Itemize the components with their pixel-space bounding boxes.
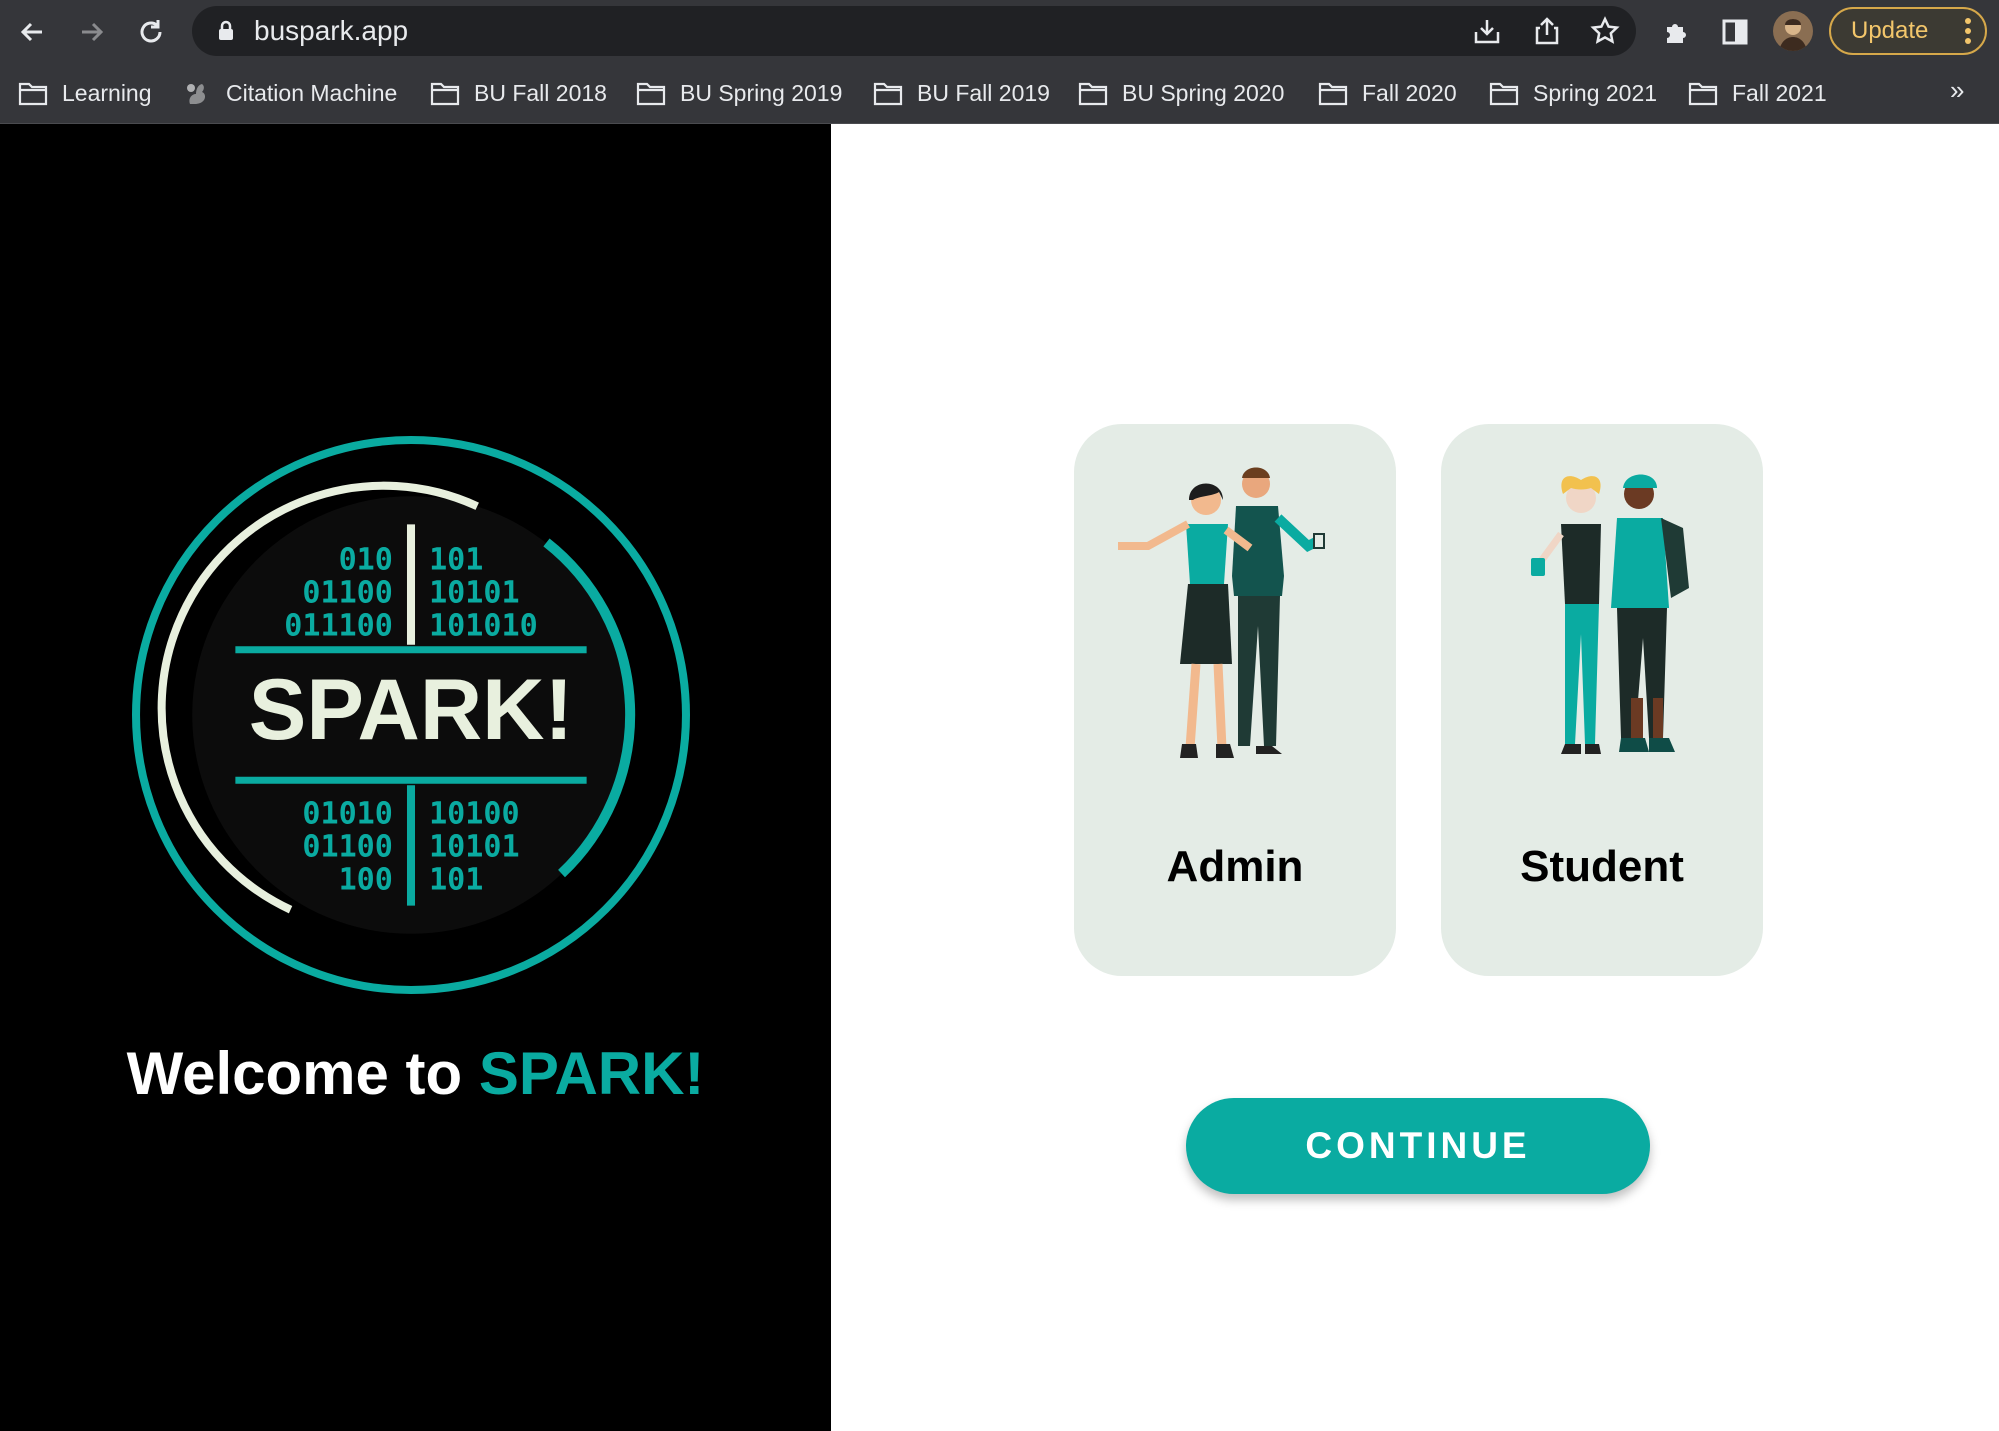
folder-icon [1688, 82, 1718, 106]
forward-button[interactable] [68, 8, 116, 56]
continue-button[interactable]: CONTINUE [1186, 1098, 1650, 1194]
profile-avatar[interactable] [1773, 11, 1813, 51]
continue-label: CONTINUE [1305, 1125, 1531, 1166]
bookmark-label: BU Fall 2018 [474, 79, 607, 106]
binary-text: 010 [339, 542, 393, 577]
side-panel-button[interactable] [1711, 8, 1759, 56]
address-bar[interactable]: buspark.app [192, 6, 1636, 56]
admin-illustration [1118, 467, 1325, 758]
bookmark-folder[interactable]: BU Spring 2020 [1078, 63, 1284, 123]
welcome-prefix: Welcome to [126, 1040, 479, 1107]
binary-text: 10100 [429, 796, 520, 831]
role-card-student[interactable]: Student [1441, 424, 1763, 976]
bookmark-folder[interactable]: Fall 2020 [1318, 63, 1457, 123]
binary-text: 01100 [302, 576, 393, 611]
extensions-icon [1667, 24, 1686, 43]
folder-icon [18, 82, 48, 106]
folder-icon [873, 82, 903, 106]
bookmark-folder[interactable]: Spring 2021 [1489, 63, 1657, 123]
folder-icon [1318, 82, 1348, 106]
binary-text: 01010 [302, 796, 393, 831]
role-label: Admin [1166, 842, 1304, 891]
back-button[interactable] [8, 8, 56, 56]
star-icon[interactable] [1590, 16, 1620, 46]
binary-text: 01100 [302, 830, 393, 865]
forward-arrow-icon [82, 22, 104, 42]
welcome-heading: Welcome to SPARK! [0, 1039, 831, 1108]
squirrel-icon [187, 84, 206, 104]
bookmark-label: Fall 2021 [1732, 79, 1827, 106]
reload-icon [140, 20, 162, 43]
folder-icon [1489, 82, 1519, 106]
url-text: buspark.app [254, 15, 409, 46]
role-label: Student [1520, 842, 1684, 891]
bookmark-label: BU Spring 2019 [680, 79, 843, 106]
bookmark-label: Learning [62, 79, 152, 106]
binary-text: 10101 [429, 576, 520, 611]
browser-toolbar: buspark.app Update [0, 0, 1999, 63]
install-icon[interactable] [1472, 16, 1502, 46]
update-button[interactable]: Update [1829, 7, 1987, 55]
welcome-brand: SPARK! [478, 1040, 705, 1107]
bookmark-label: Fall 2020 [1362, 79, 1457, 106]
reload-button[interactable] [127, 8, 175, 56]
lock-icon [219, 20, 233, 40]
more-vert-icon [1965, 18, 1971, 44]
binary-text: 10101 [429, 830, 520, 865]
extensions-button[interactable] [1652, 8, 1700, 56]
binary-text: 011100 [284, 609, 393, 644]
bookmark-link[interactable]: Citation Machine [182, 63, 397, 123]
welcome-panel: 010 01100 011100 101 10101 101010 01010 … [0, 124, 831, 1431]
bookmarks-bar: Learning Citation Machine BU Fall 2018 B… [0, 63, 1999, 124]
folder-icon [1078, 82, 1108, 106]
bookmark-folder[interactable]: BU Spring 2019 [636, 63, 842, 123]
bookmark-label: Spring 2021 [1533, 79, 1658, 106]
bookmark-folder[interactable]: BU Fall 2018 [430, 63, 607, 123]
bookmark-label: Citation Machine [226, 79, 398, 106]
bookmark-folder[interactable]: Fall 2021 [1688, 63, 1827, 123]
more-bookmarks-button[interactable]: » [1950, 75, 1964, 106]
binary-text: 100 [339, 863, 393, 898]
side-panel-icon [1722, 19, 1748, 45]
bookmark-folder[interactable]: Learning [18, 63, 152, 123]
logo-wordmark: SPARK! [249, 662, 573, 758]
folder-icon [430, 82, 460, 106]
binary-text: 101010 [429, 609, 538, 644]
spark-logo: 010 01100 011100 101 10101 101010 01010 … [132, 436, 690, 994]
bookmark-folder[interactable]: BU Fall 2019 [873, 63, 1050, 123]
folder-icon [636, 82, 666, 106]
student-illustration [1531, 474, 1689, 754]
binary-text: 101 [429, 542, 483, 577]
role-card-admin[interactable]: Admin [1074, 424, 1396, 976]
bookmark-label: BU Fall 2019 [917, 79, 1050, 106]
update-label: Update [1851, 17, 1929, 44]
role-selection-panel: Admin Student CONTINUE [831, 124, 1999, 1431]
back-arrow-icon [20, 22, 42, 42]
share-icon[interactable] [1532, 16, 1562, 46]
binary-text: 101 [429, 863, 483, 898]
bookmark-label: BU Spring 2020 [1122, 79, 1285, 106]
